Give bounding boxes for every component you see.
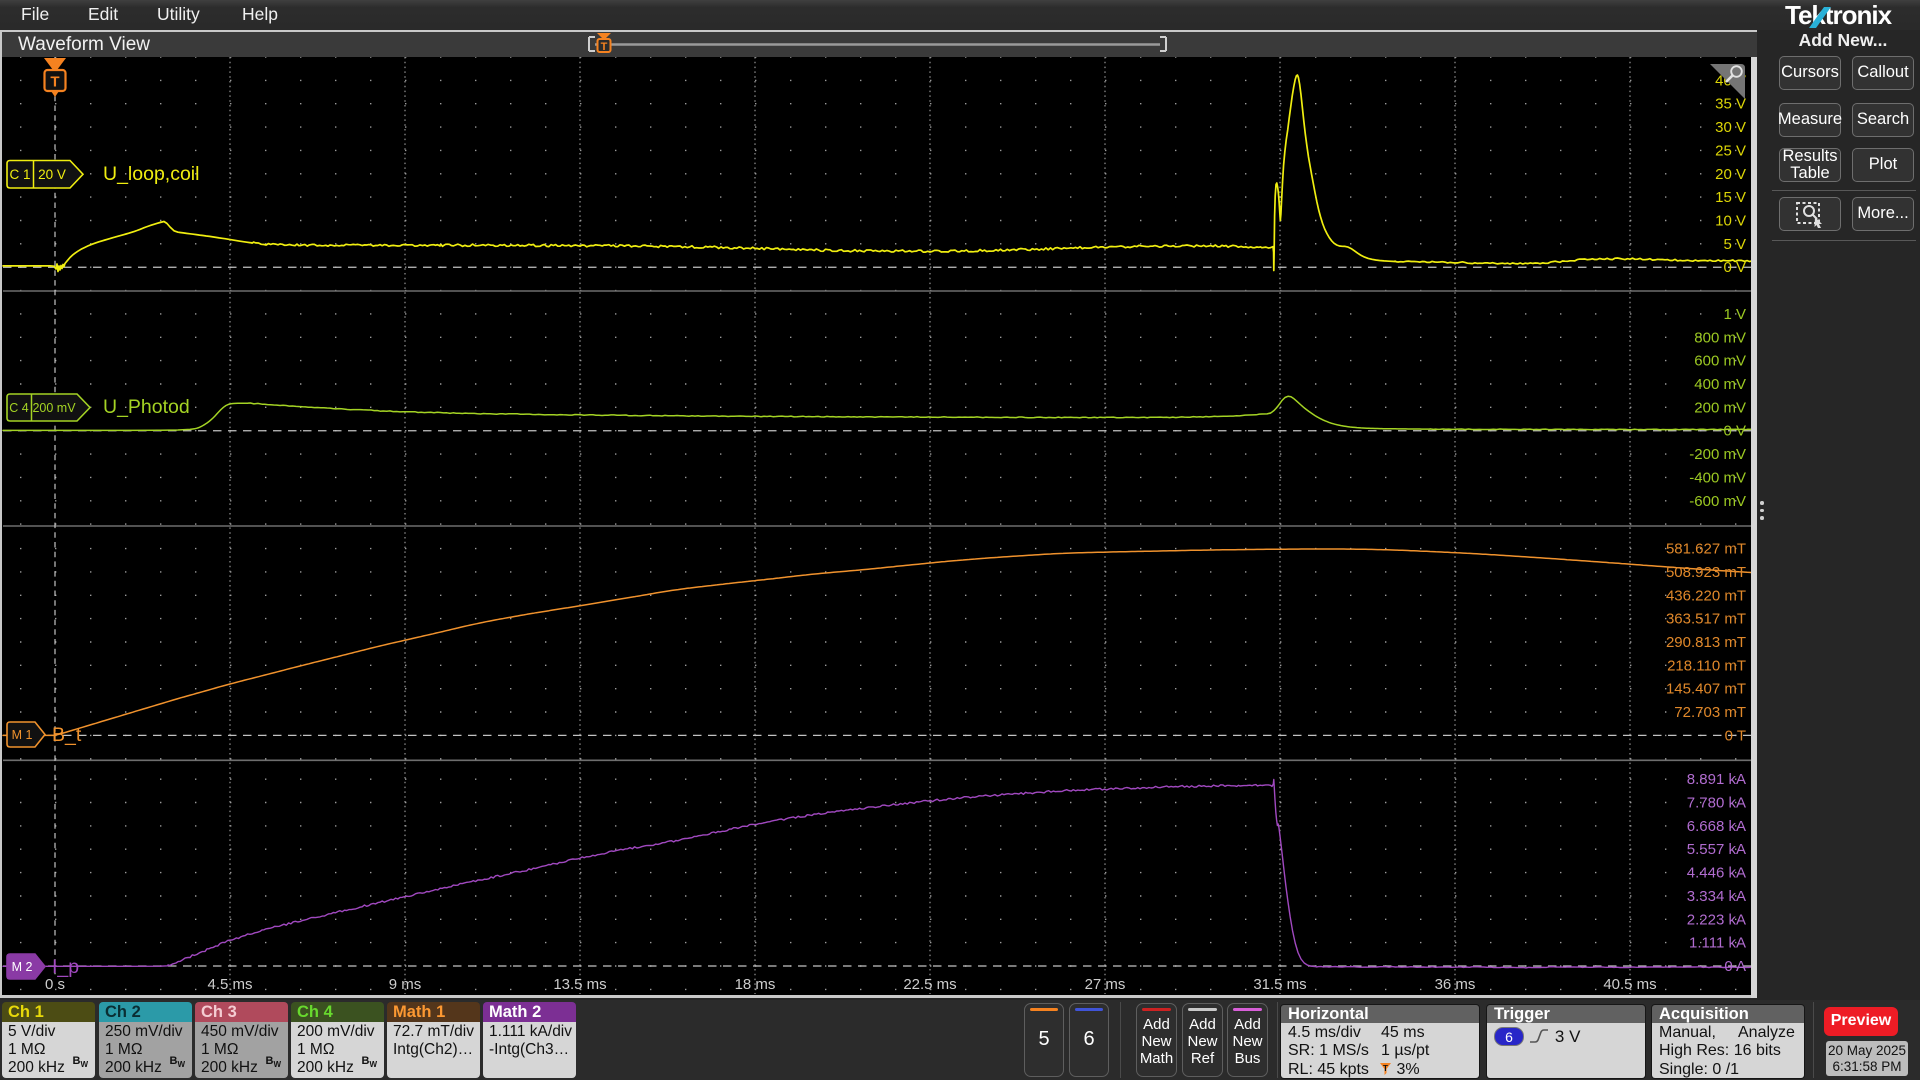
svg-text:0 T: 0 T bbox=[1725, 727, 1746, 744]
svg-text:7.780 kA: 7.780 kA bbox=[1687, 795, 1746, 812]
svg-text:581.627 mT: 581.627 mT bbox=[1666, 541, 1746, 558]
svg-text:B_t: B_t bbox=[52, 724, 82, 746]
svg-text:13.5 ms: 13.5 ms bbox=[553, 976, 606, 993]
svg-text:C 1: C 1 bbox=[9, 167, 30, 182]
svg-text:-400 mV: -400 mV bbox=[1689, 469, 1746, 486]
svg-text:30 V: 30 V bbox=[1715, 119, 1746, 136]
svg-text:I_p: I_p bbox=[52, 956, 79, 978]
svg-text:200 mV: 200 mV bbox=[32, 401, 76, 415]
svg-text:31.5 ms: 31.5 ms bbox=[1253, 976, 1306, 993]
svg-text:0 s: 0 s bbox=[45, 976, 65, 993]
svg-text:1 V: 1 V bbox=[1723, 306, 1746, 323]
svg-text:218.110 mT: 218.110 mT bbox=[1667, 657, 1746, 674]
svg-text:436.220 mT: 436.220 mT bbox=[1666, 587, 1746, 604]
svg-text:20 V: 20 V bbox=[1715, 166, 1746, 183]
svg-text:0 V: 0 V bbox=[1723, 259, 1746, 276]
svg-text:508.923 mT: 508.923 mT bbox=[1666, 564, 1746, 581]
svg-text:C 4: C 4 bbox=[9, 401, 29, 415]
svg-text:T: T bbox=[50, 74, 59, 91]
svg-text:4.5 ms: 4.5 ms bbox=[207, 976, 252, 993]
svg-text:U_loop,coil: U_loop,coil bbox=[103, 163, 199, 185]
svg-text:22.5 ms: 22.5 ms bbox=[903, 976, 956, 993]
svg-text:U_Photod: U_Photod bbox=[103, 396, 190, 418]
svg-text:36 ms: 36 ms bbox=[1435, 976, 1476, 993]
svg-text:2.223 kA: 2.223 kA bbox=[1687, 911, 1746, 928]
svg-text:290.813 mT: 290.813 mT bbox=[1666, 634, 1746, 651]
svg-text:9 ms: 9 ms bbox=[389, 976, 422, 993]
svg-text:8.891 kA: 8.891 kA bbox=[1687, 771, 1746, 788]
svg-text:600 mV: 600 mV bbox=[1694, 353, 1746, 370]
svg-text:1.111 kA: 1.111 kA bbox=[1689, 935, 1746, 952]
svg-text:-200 mV: -200 mV bbox=[1689, 446, 1746, 463]
svg-text:5 V: 5 V bbox=[1723, 236, 1746, 253]
svg-text:25 V: 25 V bbox=[1715, 142, 1746, 159]
svg-text:40.5 ms: 40.5 ms bbox=[1603, 976, 1656, 993]
svg-text:0 A: 0 A bbox=[1724, 958, 1746, 975]
svg-text:3.334 kA: 3.334 kA bbox=[1687, 888, 1746, 905]
svg-text:0 V: 0 V bbox=[1723, 423, 1746, 440]
svg-text:363.517 mT: 363.517 mT bbox=[1666, 611, 1746, 628]
svg-text:145.407 mT: 145.407 mT bbox=[1666, 681, 1746, 698]
svg-text:-600 mV: -600 mV bbox=[1689, 493, 1746, 510]
svg-text:800 mV: 800 mV bbox=[1694, 329, 1746, 346]
svg-text:4.446 kA: 4.446 kA bbox=[1687, 865, 1746, 882]
svg-text:200 mV: 200 mV bbox=[1694, 399, 1746, 416]
svg-text:35 V: 35 V bbox=[1715, 96, 1746, 113]
svg-text:T: T bbox=[601, 41, 608, 53]
svg-text:6.668 kA: 6.668 kA bbox=[1687, 818, 1746, 835]
svg-text:Tektronix: Tektronix bbox=[1785, 2, 1893, 28]
svg-text:5.557 kA: 5.557 kA bbox=[1687, 841, 1746, 858]
svg-text:10 V: 10 V bbox=[1715, 213, 1746, 230]
svg-text:400 mV: 400 mV bbox=[1694, 376, 1746, 393]
svg-text:15 V: 15 V bbox=[1715, 189, 1746, 206]
svg-text:27 ms: 27 ms bbox=[1085, 976, 1126, 993]
svg-text:M 2: M 2 bbox=[12, 960, 33, 974]
svg-text:18 ms: 18 ms bbox=[735, 976, 776, 993]
svg-text:M 1: M 1 bbox=[12, 728, 33, 742]
svg-text:T: T bbox=[1383, 1064, 1388, 1073]
svg-text:20 V: 20 V bbox=[38, 167, 66, 182]
svg-text:72.703 mT: 72.703 mT bbox=[1674, 704, 1746, 721]
